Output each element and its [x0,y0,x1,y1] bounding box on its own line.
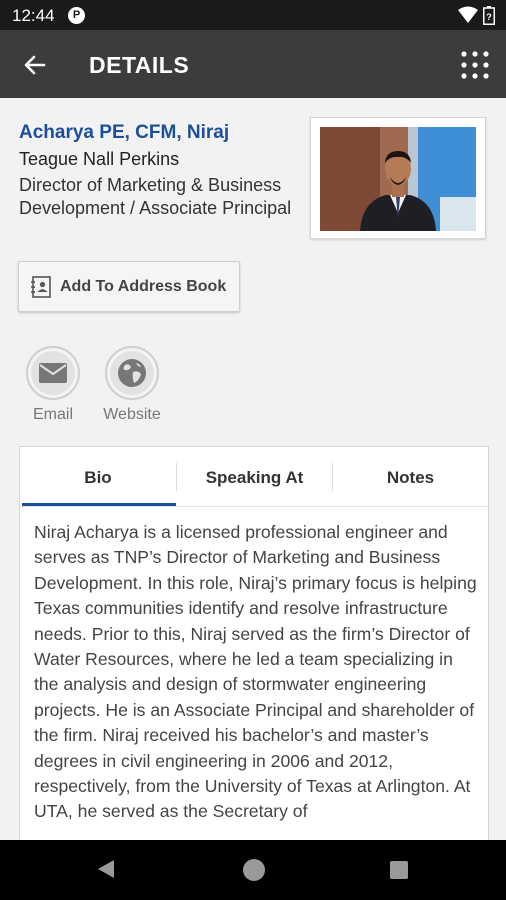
tab-speaking-at[interactable]: Speaking At [177,447,332,507]
globe-icon [118,359,146,387]
details-content: Acharya PE, CFM, Niraj Teague Nall Perki… [0,98,506,840]
tab-bio[interactable]: Bio [20,447,176,507]
website-button[interactable]: Website [102,346,162,424]
back-button[interactable] [18,48,52,82]
email-label: Email [32,406,73,423]
bio-text: Niraj Acharya is a licensed professional… [34,522,477,822]
add-to-address-book-label: Add To Address Book [60,278,227,295]
website-circle [105,346,159,400]
profile-company: Teague Nall Perkins [19,149,180,169]
profile-name: Acharya PE, CFM, Niraj [19,122,230,143]
status-time: 12:44 [12,6,55,25]
tab-notes[interactable]: Notes [333,447,488,507]
wifi-icon [458,6,478,23]
home-circle-icon[interactable] [242,858,266,882]
website-label: Website [103,406,161,423]
arrow-left-icon [24,55,46,75]
profile-photo [310,117,486,239]
status-bar: 12:44 P ? [0,0,506,30]
info-card: Bio Speaking At Notes Niraj Acharya is a… [19,446,489,840]
svg-text:?: ? [486,12,492,22]
tab-bar: Bio Speaking At Notes [20,447,488,507]
apps-menu-button[interactable] [460,50,490,80]
back-triangle-icon[interactable] [96,858,116,880]
profile-title: Director of Marketing & Business Develop… [19,175,292,218]
envelope-icon [39,363,67,383]
p-circle-icon: P [68,7,85,24]
contact-card-icon [31,276,51,298]
add-to-address-book-button[interactable]: Add To Address Book [18,261,240,312]
battery-icon: ? [483,6,495,25]
email-button[interactable]: Email [23,346,83,424]
active-tab-indicator [22,503,176,506]
page-title: DETAILS [89,52,190,78]
email-circle [26,346,80,400]
app-bar: DETAILS [0,30,506,98]
grid-icon [461,51,489,79]
recents-square-icon[interactable] [389,860,409,880]
person-photo [320,127,476,231]
navigation-bar [0,840,506,900]
